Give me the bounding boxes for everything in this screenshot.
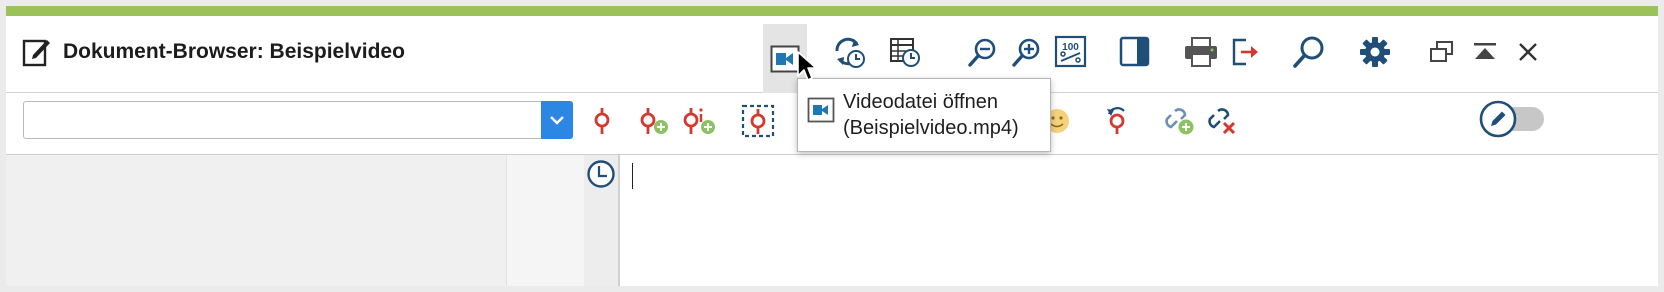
- timestamp-table-button[interactable]: [883, 30, 927, 74]
- settings-icon: [1360, 37, 1390, 67]
- document-body: [6, 155, 1658, 286]
- refresh-timestamp-icon: [835, 37, 865, 68]
- code-select-button[interactable]: [736, 99, 780, 143]
- link-delete-button[interactable]: [1201, 99, 1245, 143]
- video-file-icon: [807, 97, 835, 123]
- combo-dropdown-button[interactable]: [541, 101, 573, 139]
- timestamp-table-icon: [890, 38, 920, 67]
- zoom-in-icon: [1012, 38, 1040, 67]
- zoom-100-label: 100: [1062, 42, 1079, 53]
- zoom-100-icon: 100: [1054, 35, 1087, 68]
- edit-document-icon: [22, 39, 50, 67]
- code-icon: [594, 108, 610, 134]
- toggle-sidebar-button[interactable]: [1113, 30, 1157, 74]
- collapse-button[interactable]: [1463, 30, 1507, 74]
- zoom-in-button[interactable]: [1005, 30, 1049, 74]
- code-undo-icon: [1107, 107, 1125, 134]
- print-button[interactable]: [1179, 30, 1223, 74]
- link-delete-icon: [1208, 108, 1236, 135]
- code-button[interactable]: [580, 99, 624, 143]
- search-button[interactable]: [1287, 30, 1331, 74]
- code-info-add-button[interactable]: [677, 99, 721, 143]
- tooltip-open-video: Videodatei öffnen (Beispielvideo.mp4): [797, 78, 1051, 152]
- code-add-icon: [640, 108, 668, 134]
- text-caret: [632, 163, 633, 189]
- document-editor[interactable]: [620, 155, 1658, 286]
- code-combo-box[interactable]: [23, 101, 573, 139]
- zoom-out-button[interactable]: [961, 30, 1005, 74]
- settings-button[interactable]: [1353, 30, 1397, 74]
- refresh-timestamps-button[interactable]: [828, 30, 872, 74]
- collapse-icon: [1474, 43, 1496, 59]
- tooltip-filename: (Beispielvideo.mp4): [843, 117, 1019, 139]
- zoom-out-icon: [968, 38, 996, 67]
- timestamp-clock-icon[interactable]: [586, 159, 616, 189]
- timestamp-gutter: [584, 155, 620, 286]
- window-title: Dokument-Browser: Beispielvideo: [63, 40, 405, 63]
- code-stripe-pane: [6, 155, 506, 286]
- zoom-100-button[interactable]: 100: [1049, 30, 1093, 74]
- export-button[interactable]: [1224, 30, 1268, 74]
- window-accent-bar: [6, 6, 1658, 16]
- close-icon: [1519, 43, 1537, 61]
- code-info-add-icon: [683, 108, 715, 134]
- search-icon: [1293, 36, 1324, 68]
- link-add-button[interactable]: [1158, 99, 1202, 143]
- restore-window-icon: [1430, 41, 1453, 62]
- tooltip-title: Videodatei öffnen: [843, 91, 998, 113]
- document-browser-window: Dokument-Browser: Beispielvideo 100 Vide…: [6, 6, 1658, 286]
- mouse-pointer-icon: [797, 51, 817, 81]
- restore-window-button[interactable]: [1420, 30, 1464, 74]
- chevron-down-icon: [550, 116, 564, 125]
- edit-toggle-switch: [1479, 100, 1544, 138]
- code-stripe-pane-secondary: [506, 155, 585, 286]
- code-select-icon: [741, 104, 775, 138]
- close-button[interactable]: [1506, 30, 1550, 74]
- code-add-button[interactable]: [631, 99, 675, 143]
- link-add-icon: [1165, 108, 1194, 135]
- sidebar-toggle-icon: [1119, 36, 1150, 67]
- code-undo-button[interactable]: [1095, 99, 1139, 143]
- export-icon: [1232, 38, 1258, 66]
- print-icon: [1185, 37, 1217, 67]
- edit-mode-toggle[interactable]: [1478, 99, 1548, 139]
